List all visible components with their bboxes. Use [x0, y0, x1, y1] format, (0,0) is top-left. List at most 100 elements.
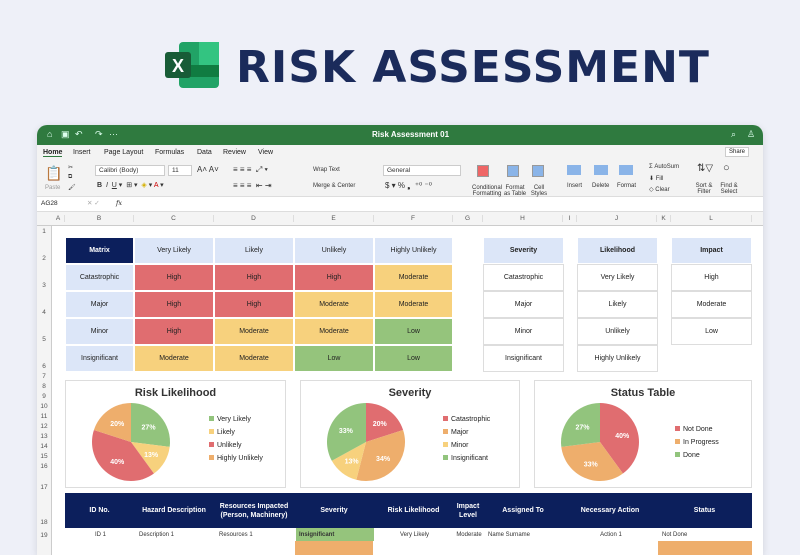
legend-label: Highly Unlikely	[217, 455, 263, 462]
legend-label: Minor	[451, 442, 469, 449]
matrix-cell-moderate[interactable]: Moderate	[294, 318, 374, 345]
legend-swatch	[209, 442, 214, 447]
matrix-cell-moderate[interactable]: Moderate	[214, 345, 294, 372]
impact-list-item[interactable]: Moderate	[671, 291, 752, 318]
legend-label: Very Likely	[217, 416, 251, 423]
matrix-corner: Matrix	[65, 237, 134, 264]
register-header-impact-level: Impact Level	[453, 493, 483, 528]
risk-likelihood-chart-title: Risk Likelihood	[66, 387, 285, 399]
pie-data-label: 20%	[110, 421, 125, 428]
matrix-cell-low[interactable]: Low	[294, 345, 374, 372]
pie-data-label: 13%	[345, 458, 360, 465]
list-header-impact: Impact	[671, 237, 752, 264]
matrix-cell-high[interactable]: High	[134, 291, 214, 318]
matrix-cell-moderate[interactable]: Moderate	[374, 264, 453, 291]
matrix-cell-moderate[interactable]: Moderate	[134, 345, 214, 372]
register-header-assigned-to: Assigned To	[483, 493, 563, 528]
legend-item[interactable]: Catastrophic	[443, 413, 490, 426]
likelihood-list-item[interactable]: Highly Unlikely	[577, 345, 658, 372]
pie-data-label: 34%	[376, 456, 391, 463]
register-header-id-no: ID No.	[65, 493, 134, 528]
legend-item[interactable]: Highly Unlikely	[209, 452, 263, 465]
legend-label: Not Done	[683, 426, 713, 433]
legend-swatch	[209, 416, 214, 421]
severity-list-item[interactable]: Catastrophic	[483, 264, 564, 291]
register-header-risk-likelihood: Risk Likelihood	[374, 493, 453, 528]
likelihood-list-item[interactable]: Unlikely	[577, 318, 658, 345]
register-cell[interactable]: Very Likely	[376, 528, 453, 541]
status-table-chart: Status Table40%33%27%Not DoneIn Progress…	[534, 380, 752, 488]
severity-chart-title: Severity	[301, 387, 519, 399]
legend-item[interactable]: Likely	[209, 426, 263, 439]
register-header-severity: Severity	[294, 493, 374, 528]
list-header-likelihood: Likelihood	[577, 237, 658, 264]
matrix-cell-moderate[interactable]: Moderate	[374, 291, 453, 318]
legend-item[interactable]: In Progress	[675, 436, 719, 449]
matrix-cell-high[interactable]: High	[214, 264, 294, 291]
matrix-cell-high[interactable]: High	[134, 264, 214, 291]
legend-item[interactable]: Very Likely	[209, 413, 263, 426]
matrix-cell-low[interactable]: Low	[374, 318, 453, 345]
risk-likelihood-legend: Very Likely Likely Unlikely Highly Unlikely	[209, 413, 263, 465]
register-header-resources-impacted-person-machinery: Resources Impacted (Person, Machinery)	[214, 493, 294, 528]
register-row-partial-status	[658, 541, 752, 555]
likelihood-list-item[interactable]: Very Likely	[577, 264, 658, 291]
register-cell[interactable]: Action 1	[565, 528, 657, 541]
matrix-cell-low[interactable]: Low	[374, 345, 453, 372]
status-table-legend: Not Done In Progress Done	[675, 423, 719, 462]
matrix-row-label: Insignificant	[65, 345, 134, 372]
register-header-hazard-description: Hazard Description	[134, 493, 214, 528]
worksheet[interactable]: MatrixVery LikelyLikelyUnlikelyHighly Un…	[37, 125, 763, 555]
pie-data-label: 40%	[615, 433, 630, 440]
matrix-row-label: Catastrophic	[65, 264, 134, 291]
matrix-header: Very Likely	[134, 237, 214, 264]
pie-data-label: 27%	[575, 425, 590, 432]
legend-swatch	[443, 429, 448, 434]
legend-item[interactable]: Not Done	[675, 423, 719, 436]
severity-list-item[interactable]: Minor	[483, 318, 564, 345]
legend-item[interactable]: Minor	[443, 439, 490, 452]
matrix-cell-high[interactable]: High	[214, 291, 294, 318]
severity-list-item[interactable]: Major	[483, 291, 564, 318]
legend-label: Likely	[217, 429, 235, 436]
legend-label: Insignificant	[451, 455, 488, 462]
legend-swatch	[675, 439, 680, 444]
legend-label: Done	[683, 452, 700, 459]
legend-item[interactable]: Done	[675, 449, 719, 462]
legend-item[interactable]: Unlikely	[209, 439, 263, 452]
register-header-status: Status	[657, 493, 752, 528]
impact-list-item[interactable]: Low	[671, 318, 752, 345]
severity-list-item[interactable]: Insignificant	[483, 345, 564, 372]
matrix-cell-moderate[interactable]: Moderate	[294, 291, 374, 318]
legend-swatch	[443, 442, 448, 447]
matrix-cell-moderate[interactable]: Moderate	[214, 318, 294, 345]
legend-swatch	[675, 452, 680, 457]
impact-list-item[interactable]: High	[671, 264, 752, 291]
legend-swatch	[675, 426, 680, 431]
legend-item[interactable]: Major	[443, 426, 490, 439]
register-cell[interactable]: ID 1	[67, 528, 134, 541]
severity-chart: Severity 20% 34% 13% 33% CatastrophicMajor Min…	[300, 380, 520, 488]
register-cell[interactable]: Description 1	[136, 528, 214, 541]
legend-item[interactable]: Insignificant	[443, 452, 490, 465]
register-cell[interactable]: Resources 1	[216, 528, 294, 541]
severity-legend: CatastrophicMajor Minor Insignificant	[443, 413, 490, 465]
legend-swatch	[443, 455, 448, 460]
pie-data-label: 20%	[373, 421, 388, 428]
matrix-cell-high[interactable]: High	[294, 264, 374, 291]
legend-label: Unlikely	[217, 442, 242, 449]
register-cell[interactable]: Not Done	[659, 528, 752, 541]
legend-swatch	[209, 429, 214, 434]
likelihood-list-item[interactable]: Likely	[577, 291, 658, 318]
pie-data-label: 33%	[339, 428, 354, 435]
register-cell[interactable]: Moderate	[455, 528, 483, 541]
status-table-chart-title: Status Table	[535, 387, 751, 399]
pie-data-label: 27%	[142, 425, 157, 432]
matrix-cell-high[interactable]: High	[134, 318, 214, 345]
legend-swatch	[209, 455, 214, 460]
register-cell[interactable]: Name Surname	[485, 528, 563, 541]
register-cell[interactable]: Insignificant	[296, 528, 374, 541]
matrix-row-label: Major	[65, 291, 134, 318]
register-row-partial-severity	[295, 541, 373, 555]
excel-logo: X	[165, 42, 220, 88]
